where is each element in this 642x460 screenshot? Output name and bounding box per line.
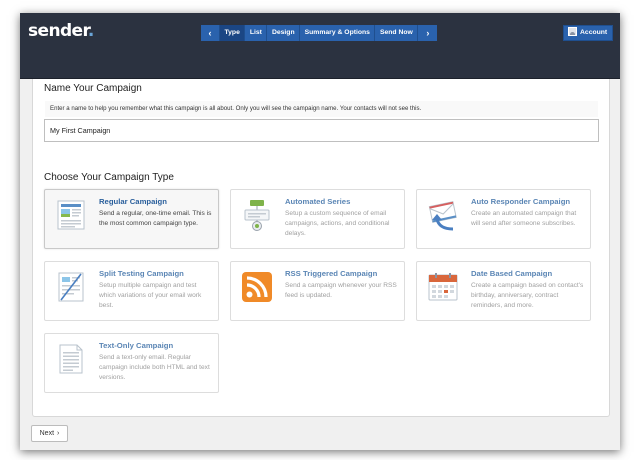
next-label: Next	[39, 430, 55, 437]
card-description: Send a regular, one-time email. This is …	[99, 210, 212, 227]
envelope-reply-icon	[428, 201, 457, 231]
campaign-type-text-only[interactable]: Text-Only Campaign Send a text-only emai…	[44, 333, 219, 393]
next-button[interactable]: Next ›	[31, 425, 68, 442]
campaign-type-automated-series[interactable]: Automated Series Setup a custom sequence…	[230, 189, 405, 249]
card-description: Create a campaign based on contact's bir…	[471, 282, 584, 309]
rss-icon	[242, 272, 272, 302]
app-window: sender. ‹ Type List Design Summary & Opt…	[20, 13, 620, 450]
type-section-title: Choose Your Campaign Type	[44, 172, 174, 183]
name-help-text: Enter a name to help you remember what t…	[45, 101, 598, 117]
next-step-button[interactable]: ›	[418, 25, 438, 41]
card-title: RSS Triggered Campaign	[285, 269, 378, 278]
logo-text: sender	[28, 21, 88, 41]
name-section-title: Name Your Campaign	[44, 83, 142, 94]
step-list[interactable]: List	[245, 25, 268, 41]
top-bar: sender. ‹ Type List Design Summary & Opt…	[20, 13, 620, 79]
calendar-icon	[428, 273, 458, 301]
logo-dot: .	[87, 21, 94, 41]
card-description: Setup multiple campaign and test which v…	[99, 282, 202, 309]
card-title: Regular Campaign	[99, 197, 167, 206]
campaign-type-date-based[interactable]: Date Based Campaign Create a campaign ba…	[416, 261, 591, 321]
chevron-right-icon: ›	[57, 430, 60, 437]
card-description: Send a text-only email. Regular campaign…	[99, 354, 210, 381]
text-document-icon	[59, 344, 83, 374]
step-type[interactable]: Type	[220, 25, 246, 41]
prev-step-button[interactable]: ‹	[201, 25, 220, 41]
campaign-type-split-testing[interactable]: Split Testing Campaign Setup multiple ca…	[44, 261, 219, 321]
card-title: Auto Responder Campaign	[471, 197, 571, 206]
card-title: Date Based Campaign	[471, 269, 553, 278]
wizard-steps: ‹ Type List Design Summary & Options Sen…	[201, 25, 438, 41]
chevron-left-icon: ‹	[208, 28, 212, 38]
step-summary-options[interactable]: Summary & Options	[300, 25, 376, 41]
card-title: Split Testing Campaign	[99, 269, 184, 278]
split-page-icon	[58, 272, 84, 302]
campaign-type-auto-responder[interactable]: Auto Responder Campaign Create an automa…	[416, 189, 591, 249]
step-send-now[interactable]: Send Now	[375, 25, 419, 41]
account-label: Account	[580, 29, 608, 36]
logo[interactable]: sender.	[28, 21, 94, 41]
campaign-type-regular[interactable]: Regular Campaign Send a regular, one-tim…	[44, 189, 219, 249]
step-design[interactable]: Design	[267, 25, 301, 41]
card-title: Text-Only Campaign	[99, 341, 174, 350]
campaign-type-rss-triggered[interactable]: RSS Triggered Campaign Send a campaign w…	[230, 261, 405, 321]
card-description: Create an automated campaign that will s…	[471, 210, 577, 227]
avatar-icon	[568, 27, 577, 36]
campaign-name-input[interactable]	[44, 119, 599, 142]
card-description: Send a campaign whenever your RSS feed i…	[285, 282, 397, 299]
card-description: Setup a custom sequence of email campaig…	[285, 210, 390, 237]
card-title: Automated Series	[285, 197, 351, 206]
workflow-icon	[244, 200, 270, 231]
account-button[interactable]: Account	[563, 25, 613, 41]
newsletter-icon	[57, 200, 85, 230]
main-panel: Name Your Campaign Enter a name to help …	[32, 79, 610, 417]
chevron-right-icon: ›	[426, 28, 430, 38]
